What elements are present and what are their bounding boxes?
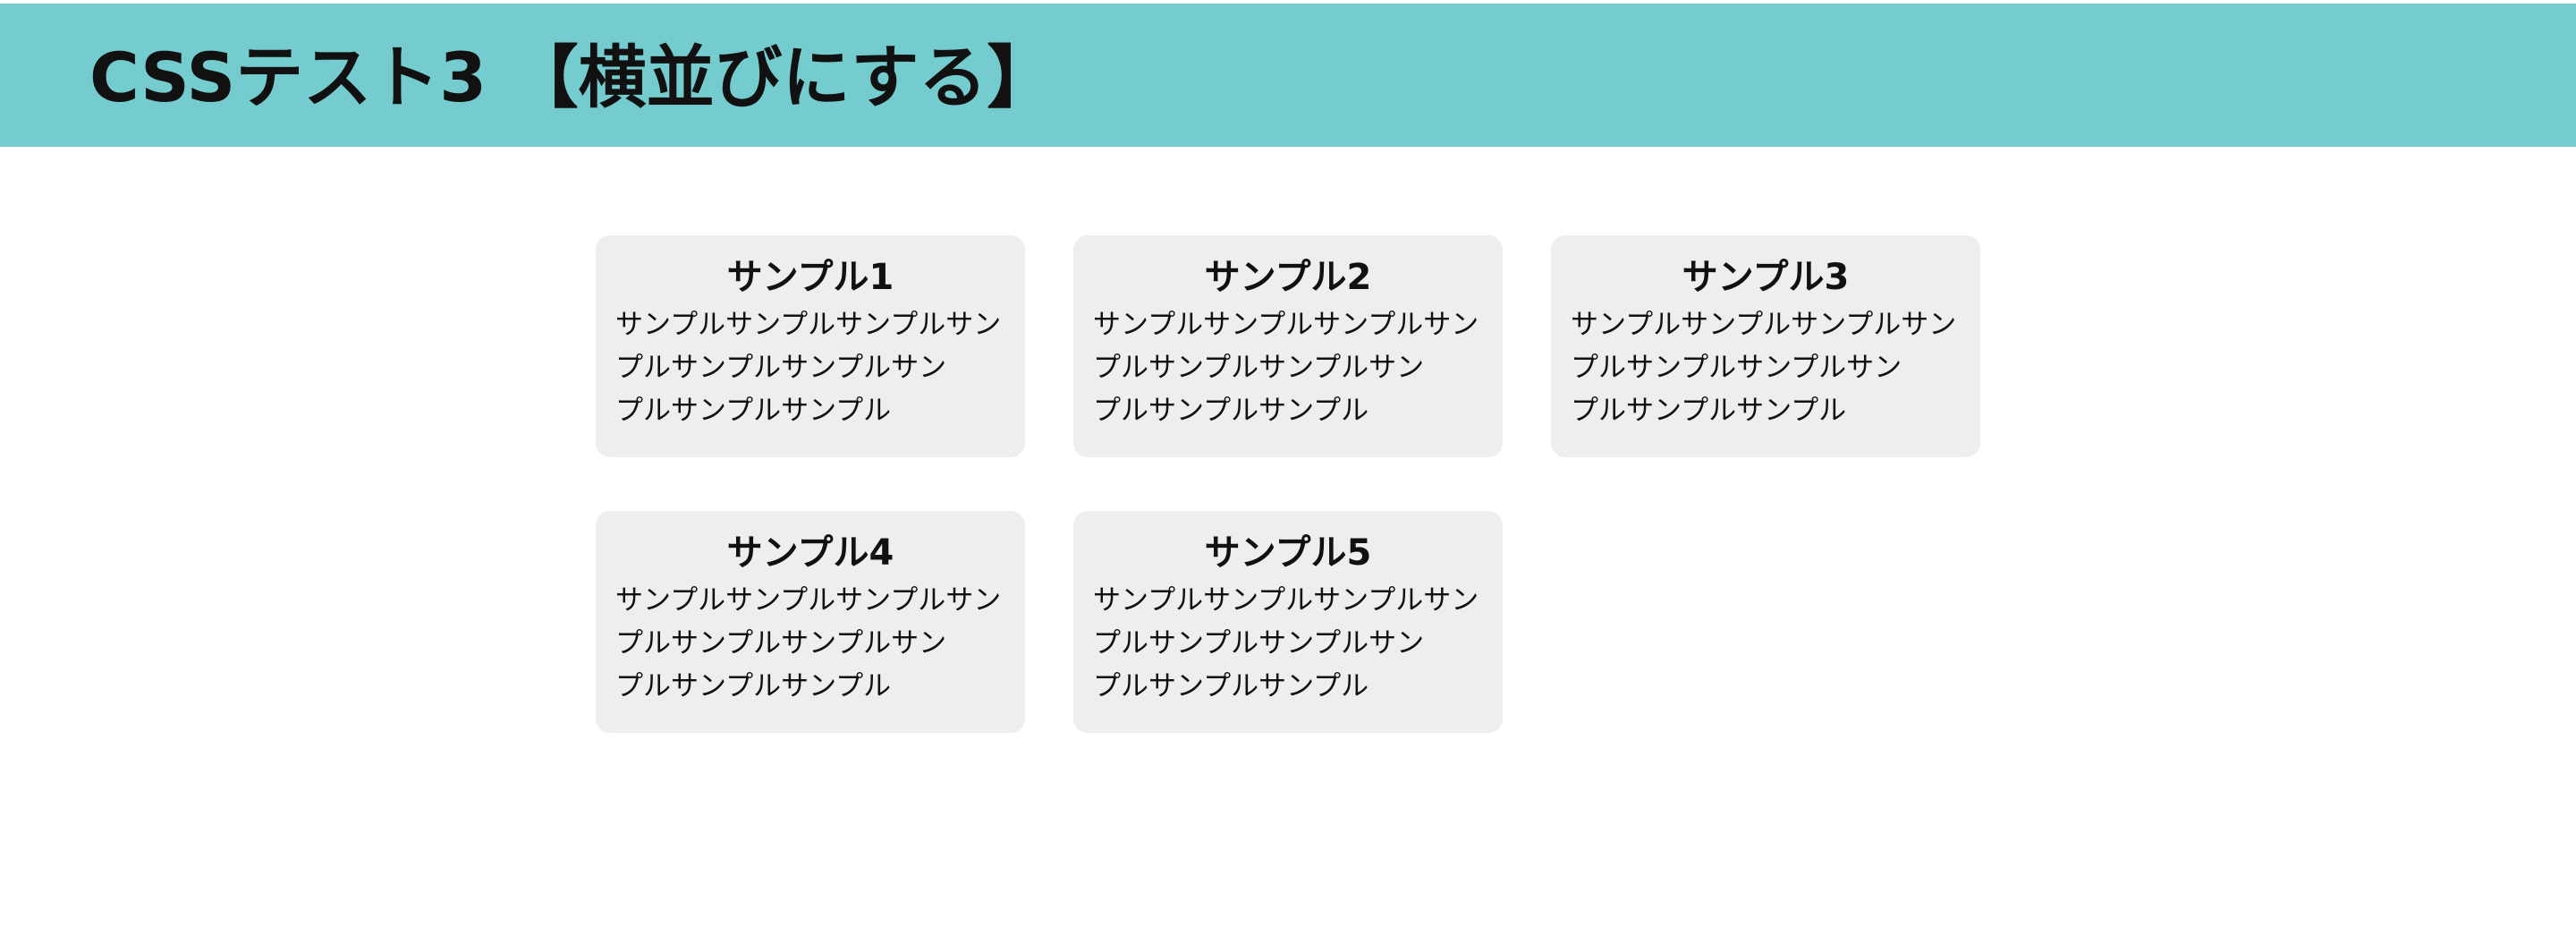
card-body: サンプルサンプルサンプルサン プルサンプルサンプルサン プルサンプルサンプル	[615, 309, 1002, 427]
page-title: CSSテスト3 【横並びにする】	[89, 38, 1055, 117]
card-body: サンプルサンプルサンプルサン プルサンプルサンプルサン プルサンプルサンプル	[1571, 309, 1957, 427]
sample-card-4: サンプル4 サンプルサンプルサンプルサン プルサンプルサンプルサン プルサンプル…	[596, 511, 1025, 733]
sample-card-2: サンプル2 サンプルサンプルサンプルサン プルサンプルサンプルサン プルサンプル…	[1073, 235, 1503, 457]
card-body: サンプルサンプルサンプルサン プルサンプルサンプルサン プルサンプルサンプル	[1093, 309, 1479, 427]
card-body: サンプルサンプルサンプルサン プルサンプルサンプルサン プルサンプルサンプル	[1093, 584, 1479, 702]
card-title: サンプル1	[726, 257, 894, 298]
card-title: サンプル4	[726, 532, 894, 574]
card-title: サンプル3	[1682, 257, 1850, 298]
sample-card-1: サンプル1 サンプルサンプルサンプルサン プルサンプルサンプルサン プルサンプル…	[596, 235, 1025, 457]
card-title: サンプル5	[1204, 532, 1372, 574]
sample-card-3: サンプル3 サンプルサンプルサンプルサン プルサンプルサンプルサン プルサンプル…	[1551, 235, 1980, 457]
card-body: サンプルサンプルサンプルサン プルサンプルサンプルサン プルサンプルサンプル	[615, 584, 1002, 702]
page-header: CSSテスト3 【横並びにする】	[0, 4, 2576, 147]
sample-card-5: サンプル5 サンプルサンプルサンプルサン プルサンプルサンプルサン プルサンプル…	[1073, 511, 1503, 733]
card-title: サンプル2	[1204, 257, 1372, 298]
